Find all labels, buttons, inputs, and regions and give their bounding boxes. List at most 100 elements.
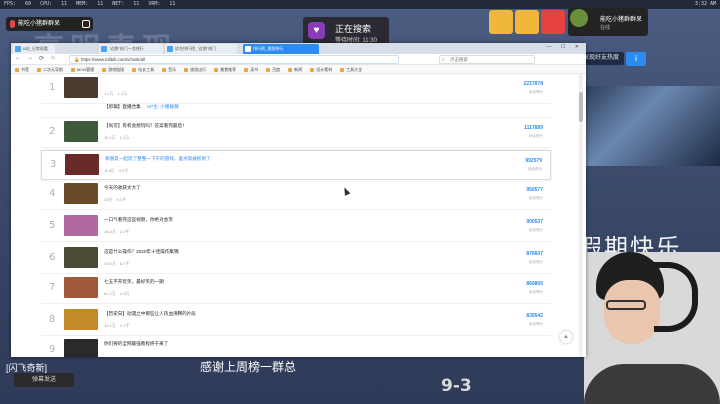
bookmark-label: 音乐 — [168, 67, 177, 72]
headset-icon — [654, 262, 698, 332]
table-row[interactable]: 9 你们要的全网最强教程终于来了 — [41, 336, 551, 357]
home-icon[interactable]: ⌂ — [51, 55, 55, 61]
bookmark-item[interactable]: 游戏链接 — [102, 65, 125, 73]
table-row[interactable]: 8 【历史向】动漫之中那些让人热血沸腾的片段 15.1万 1.7千 · 839542 综… — [41, 306, 551, 336]
bookmark-item[interactable]: 新闻 — [288, 65, 302, 73]
search-placeholder: 点击搜索 — [450, 57, 468, 62]
bookmarks-bar: 书签 二次元导航 MCN管理 游戏链接 站长工具 音乐 旅游出行 美食推荐 读书 百度 新闻 设计素材… — [11, 65, 586, 74]
scrollbar-thumb[interactable] — [579, 92, 583, 122]
search-status-panel: ♥ 正在搜索 等待时间: 11:30 — [303, 17, 389, 45]
tab-4-active[interactable]: 排行榜_视频排行 — [243, 44, 319, 54]
bookmark-label: 旅游出行 — [190, 67, 207, 72]
friends-icon[interactable] — [489, 10, 513, 34]
add-friend-icon[interactable] — [515, 10, 539, 34]
score-label: 综合得分 — [529, 322, 543, 326]
bookmark-label: MCN管理 — [77, 67, 95, 72]
browser-window: B站_日常观看 "近期"热门一览排行 综合排行榜_"近期"热门 排行榜_视频排行… — [11, 43, 586, 357]
tab-label: 排行榜_视频排行 — [253, 46, 284, 51]
table-row[interactable]: 3 和朋友一起玩了整整一下午的游戏，差点就被抓到了 8.9万 4.2千 · 99257… — [41, 150, 551, 180]
video-title[interactable]: 和朋友一起玩了整整一下午的游戏，差点就被抓到了 — [105, 156, 211, 162]
table-row[interactable]: 2 【尚可】有机会想玩吗？答案看完最后！ 11.1万 1.1万 · 1117889 综合… — [41, 118, 551, 148]
rank-number: 8 — [49, 314, 56, 325]
bookmark-icon — [162, 67, 167, 72]
bookmark-item[interactable]: 旅游出行 — [184, 65, 207, 73]
rank-number: 6 — [49, 252, 56, 263]
video-title[interactable]: 七五不开玩笑，最好笑的一期 — [104, 279, 164, 285]
score-label: 综合得分 — [529, 260, 543, 264]
info-button[interactable]: i — [626, 52, 646, 66]
table-row[interactable]: 5 一口气看完这些视频，你绝对会笑 14.8万 2.2千 · 900537 综合得分 — [41, 212, 551, 242]
video-thumbnail[interactable] — [64, 215, 98, 236]
tab-3[interactable]: 综合排行榜_"近期"热门 — [165, 44, 237, 54]
refresh-icon[interactable]: ⟳ — [39, 55, 44, 62]
bookmark-icon — [214, 67, 219, 72]
scrollbar[interactable] — [579, 74, 583, 357]
video-thumbnail[interactable] — [64, 339, 98, 357]
bookmark-item[interactable]: 美食推荐 — [214, 65, 236, 73]
bookmark-item[interactable]: MCN管理 — [71, 65, 95, 73]
bookmark-label: 游戏链接 — [108, 67, 125, 72]
video-title[interactable]: 【历史向】动漫之中那些让人热血沸腾的片段 — [104, 311, 196, 317]
score-label: 综合得分 — [529, 90, 543, 94]
bookmark-label: 读书 — [250, 67, 259, 72]
video-title[interactable]: 今天的收获太大了 — [104, 185, 141, 191]
tab-2[interactable]: "近期"热门一览排行 — [99, 44, 163, 54]
up-name[interactable]: UP主: 小猪群群 — [147, 104, 179, 109]
video-thumbnail[interactable] — [64, 183, 98, 204]
table-row[interactable]: 【剪辑】直播合集 UP主: 小猪群群 — [41, 100, 551, 118]
bookmark-item[interactable]: 设计素材 — [310, 65, 332, 73]
score-label: 综合得分 — [529, 134, 543, 138]
bookmark-label: 站长工具 — [138, 67, 155, 72]
video-thumbnail[interactable] — [64, 121, 98, 142]
search-status-title: 正在搜索 — [335, 24, 372, 34]
bookmark-item[interactable]: 读书 — [244, 65, 259, 73]
rank-number: 4 — [49, 188, 56, 199]
back-icon[interactable]: ← — [15, 55, 21, 61]
bookmark-label: 工具大全 — [346, 67, 363, 72]
table-row[interactable]: 4 今天的收获太大了 25万 5.1千 · 950577 综合得分 — [41, 180, 551, 210]
window-controls[interactable]: — ☐ ✕ — [547, 44, 583, 50]
bookmark-icon — [37, 67, 41, 72]
avatar[interactable] — [541, 10, 565, 34]
table-row[interactable]: 7 七五不开玩笑，最好笑的一期 61.2万 1.9万 · 860805 综合得分 — [41, 274, 551, 304]
tab-favicon — [167, 46, 173, 52]
bookmark-item[interactable]: 百度 — [266, 65, 280, 73]
back-to-top-button[interactable]: ▲ — [560, 331, 572, 343]
bookmark-item[interactable]: 站长工具 — [132, 65, 155, 73]
forward-icon[interactable]: → — [27, 55, 33, 61]
search-input[interactable]: ⌕ 点击搜索 — [439, 55, 535, 64]
bookmark-item[interactable]: 音乐 — [162, 65, 177, 73]
bookmark-icon — [288, 67, 293, 72]
video-thumbnail[interactable] — [65, 154, 99, 175]
mic-icon — [10, 20, 15, 28]
bookmark-item[interactable]: 工具大全 — [340, 65, 363, 73]
bookmark-icon — [102, 67, 107, 72]
search-icon: ⌕ — [442, 57, 445, 63]
video-title[interactable]: 一口气看完这些视频，你绝对会笑 — [104, 217, 173, 223]
tab-1[interactable]: B站_日常观看 — [13, 44, 55, 54]
tab-favicon — [101, 46, 107, 52]
profile-card[interactable]: 能吃小猪群群呆 在线 — [568, 8, 648, 36]
action-tiles — [489, 10, 565, 34]
url-input[interactable]: 🔒 https://www.bilibili.com/v/rank/all — [69, 55, 399, 64]
video-title[interactable]: 【尚可】有机会想玩吗？答案看完最后！ — [104, 123, 187, 129]
danmaku-send-button[interactable]: 弹幕发送 — [14, 373, 74, 387]
chat-pill: 能吃小猪群群呆 — [6, 17, 93, 31]
bookmark-item[interactable]: 二次元导航 — [37, 65, 63, 73]
video-score: 900537 — [526, 219, 543, 225]
bookmark-label: 书签 — [21, 67, 29, 72]
video-title[interactable]: 这是什么操作？2020年十佳操作集锦 — [104, 249, 179, 255]
video-thumbnail[interactable] — [64, 277, 98, 298]
video-thumbnail[interactable] — [64, 309, 98, 330]
profile-name: 能吃小猪群群呆 — [600, 17, 643, 23]
video-thumbnail[interactable] — [64, 247, 98, 268]
page-content: 1 1.1万 1.1万 · 2227878 综合得分 【剪辑】直播合集 UP主: 小猪群群… — [11, 74, 586, 357]
bookmark-icon — [310, 67, 315, 72]
bookmark-item[interactable]: 书签 — [15, 65, 29, 73]
rank-number: 9 — [49, 344, 56, 355]
video-thumbnail[interactable] — [64, 77, 98, 98]
video-title[interactable]: 你们要的全网最强教程终于来了 — [104, 341, 168, 347]
system-clock: 3:32 AM — [694, 1, 716, 7]
table-row[interactable]: 6 这是什么操作？2020年十佳操作集锦 23.9万 6.7千 · 876607 综合得… — [41, 244, 551, 274]
bookmark-icon — [184, 67, 189, 72]
